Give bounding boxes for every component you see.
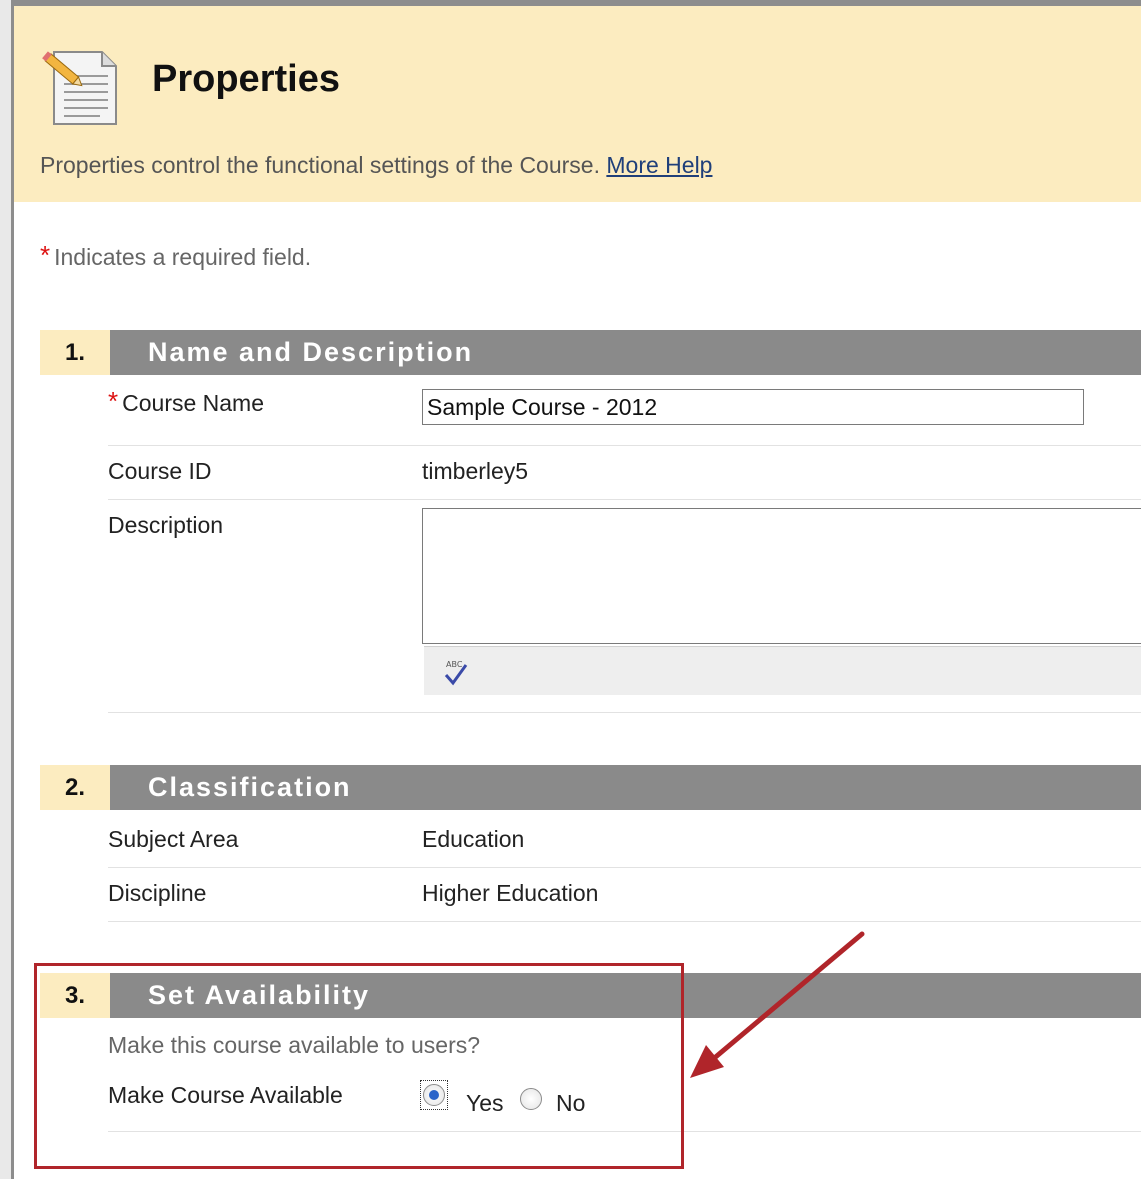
arrow-pointer (690, 931, 865, 1078)
